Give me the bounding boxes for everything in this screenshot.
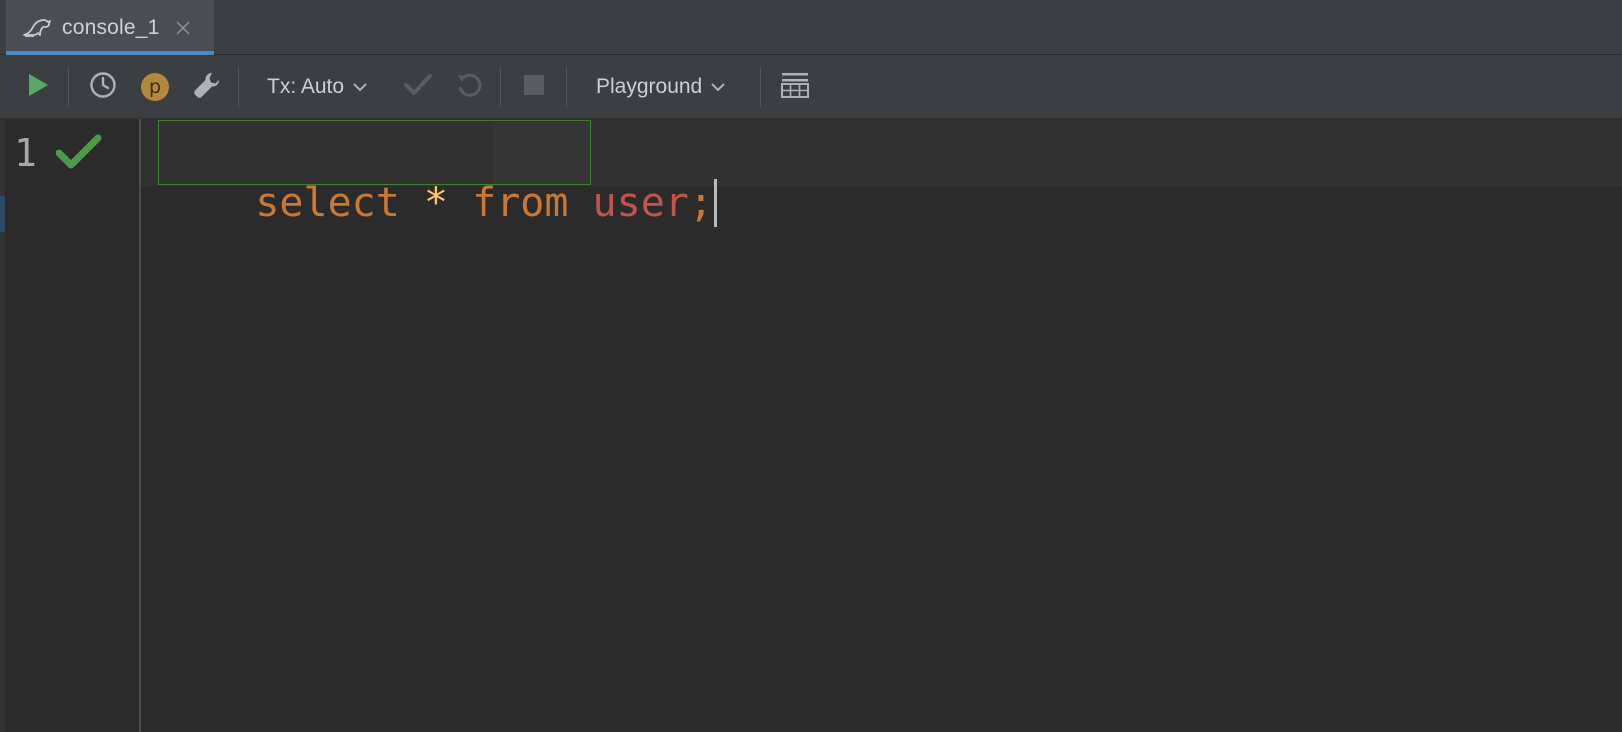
commit-button[interactable] xyxy=(400,55,436,119)
clock-icon xyxy=(89,71,117,104)
play-icon xyxy=(26,72,50,103)
tab-console-1[interactable]: console_1 xyxy=(6,0,214,55)
run-button[interactable] xyxy=(20,55,56,119)
tab-label: console_1 xyxy=(62,15,160,39)
p-badge-icon: p xyxy=(141,73,169,101)
history-button[interactable] xyxy=(86,55,120,119)
toolbar-separator xyxy=(760,67,761,107)
chevron-down-icon xyxy=(352,82,368,92)
close-icon[interactable] xyxy=(174,19,192,37)
stop-icon xyxy=(523,74,545,101)
table-identifier: user xyxy=(592,180,689,226)
editor-gutter[interactable] xyxy=(5,119,141,732)
undo-icon xyxy=(455,71,483,104)
keyword-from: from xyxy=(472,180,569,226)
toolbar-separator xyxy=(500,67,501,107)
green-check-icon[interactable] xyxy=(55,132,102,172)
console-toolbar: p Tx: Auto Playground xyxy=(0,55,1622,119)
rollback-button[interactable] xyxy=(452,55,486,119)
chevron-down-icon xyxy=(710,82,726,92)
toolbar-separator xyxy=(68,67,69,107)
editor-tab-bar: console_1 xyxy=(0,0,1622,55)
schema-label: Playground xyxy=(596,75,703,98)
table-icon xyxy=(780,71,810,104)
ide-window: console_1 p Tx: Auto Playground 1 select… xyxy=(0,0,1622,732)
dolphin-icon xyxy=(22,17,52,39)
wrench-icon xyxy=(192,70,222,105)
operator-star: * xyxy=(423,180,449,226)
toolbar-separator xyxy=(566,67,567,107)
output-options-button[interactable] xyxy=(778,55,812,119)
line-number: 1 xyxy=(14,131,37,175)
keyword-select: select xyxy=(255,180,400,226)
code-line[interactable]: select * from user; xyxy=(159,128,717,278)
parameters-button[interactable]: p xyxy=(138,55,172,119)
schema-dropdown[interactable]: Playground xyxy=(596,55,726,119)
tx-mode-label: Tx: Auto xyxy=(267,75,345,98)
check-icon xyxy=(403,72,433,103)
semicolon: ; xyxy=(688,180,713,226)
settings-button[interactable] xyxy=(190,55,224,119)
stop-button[interactable] xyxy=(519,55,549,119)
toolbar-separator xyxy=(238,67,239,107)
text-caret xyxy=(713,179,717,227)
transaction-mode-dropdown[interactable]: Tx: Auto xyxy=(267,55,368,119)
